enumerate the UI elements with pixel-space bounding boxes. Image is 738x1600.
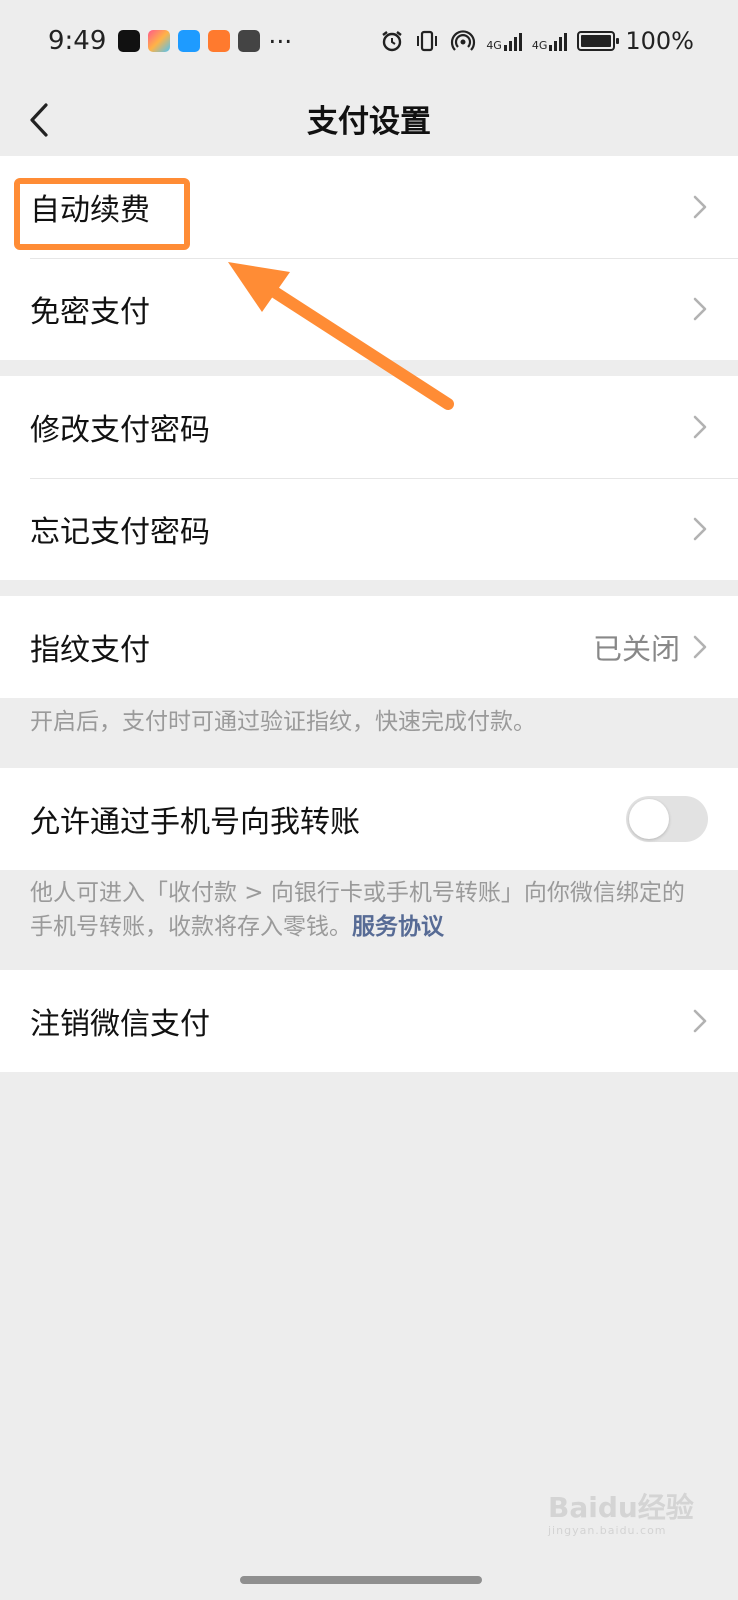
alarm-icon [382, 31, 403, 52]
tiktok-icon [118, 30, 141, 52]
home-indicator[interactable] [240, 1576, 482, 1584]
fingerprint-payment-item[interactable]: 指纹支付 已关闭 [0, 596, 738, 698]
change-password-item[interactable]: 修改支付密码 [0, 376, 738, 478]
fingerprint-payment-label: 指纹支付 [30, 633, 150, 668]
settings-group-cancel: 注销微信支付 [0, 970, 738, 1072]
status-time: 9:49 [48, 26, 107, 56]
search-app-icon [178, 30, 201, 52]
settings-group-transfer: 允许通过手机号向我转账 [0, 768, 738, 870]
phone-transfer-toggle[interactable] [626, 796, 708, 842]
chevron-right-icon [693, 415, 707, 439]
phone-transfer-hint: 他人可进入「收付款 > 向银行卡或手机号转账」向你微信绑定的手机号转账，收款将存… [30, 876, 702, 944]
chevron-right-icon [693, 517, 707, 541]
colorful-app-icon [148, 30, 171, 52]
status-bar: 9:49 ··· 4G 4G 100% [0, 0, 738, 82]
status-right: 4G 4G 100% [380, 27, 694, 55]
password-free-payment-label: 免密支付 [30, 295, 150, 330]
more-notifications-icon: ··· [268, 26, 293, 56]
watermark-subtext: jingyan.baidu.com [548, 1524, 667, 1537]
fingerprint-hint: 开启后，支付时可通过验证指纹，快速完成付款。 [30, 709, 536, 735]
video-app-icon [208, 30, 231, 52]
phone-transfer-item: 允许通过手机号向我转账 [0, 768, 738, 870]
status-left: 9:49 ··· [48, 26, 292, 56]
cancel-wechat-pay-label: 注销微信支付 [30, 1007, 210, 1042]
change-password-label: 修改支付密码 [30, 413, 210, 448]
nav-bar: 支付设置 [0, 82, 738, 156]
signal-strength-1-icon [503, 31, 522, 51]
watermark-text: Baidu经验 [548, 1491, 694, 1524]
highlight-box [14, 178, 190, 250]
settings-group-password: 修改支付密码 忘记支付密码 [0, 376, 738, 580]
toggle-knob [629, 799, 669, 839]
forgot-password-item[interactable]: 忘记支付密码 [0, 478, 738, 580]
settings-group-fingerprint: 指纹支付 已关闭 [0, 596, 738, 698]
network-type-2: 4G [531, 39, 548, 52]
cancel-wechat-pay-item[interactable]: 注销微信支付 [0, 970, 738, 1072]
forgot-password-label: 忘记支付密码 [30, 515, 210, 550]
phone-transfer-label: 允许通过手机号向我转账 [30, 805, 360, 840]
hotspot-icon [451, 30, 476, 51]
battery-icon [577, 31, 620, 51]
vibrate-icon [417, 30, 438, 52]
chevron-right-icon [693, 635, 707, 659]
service-agreement-link[interactable]: 服务协议 [352, 914, 444, 940]
chevron-right-icon [693, 297, 707, 321]
password-free-payment-item[interactable]: 免密支付 [0, 258, 738, 360]
fingerprint-status: 已关闭 [592, 632, 680, 666]
chevron-right-icon [693, 1009, 707, 1033]
chevron-right-icon [693, 195, 707, 219]
network-type-1: 4G [486, 39, 502, 52]
signal-strength-2-icon [549, 31, 568, 51]
mail-app-icon [238, 30, 261, 52]
page-title: 支付设置 [307, 104, 431, 140]
battery-percent: 100% [625, 27, 694, 55]
baidu-watermark: Baidu经验 jingyan.baidu.com [548, 1486, 718, 1542]
